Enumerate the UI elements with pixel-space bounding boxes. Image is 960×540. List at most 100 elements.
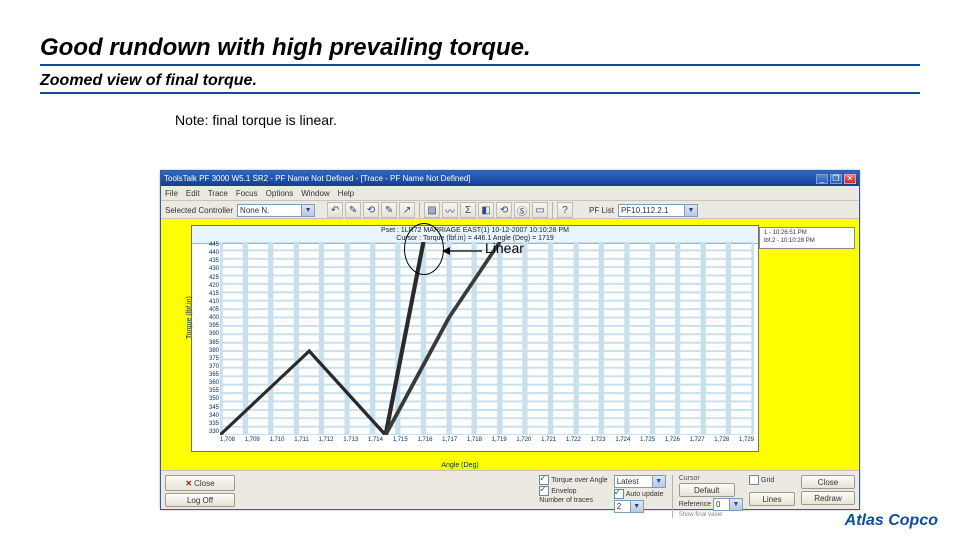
x-tick: 1,718 [467,437,482,449]
dropdown-arrow-icon: ▼ [652,476,665,487]
plot-body [220,242,754,435]
bottom-panel: ✕Close Log Off Torque over Angle Envelop… [161,471,859,509]
toolbar-icon-9[interactable]: ◧ [478,202,494,218]
toolbar-icon-11[interactable]: Ⓢ [514,202,530,218]
close-button-label: Close [194,479,214,488]
toolbar-icon-4[interactable]: ✎ [381,202,397,218]
plot-area[interactable]: Pset : 1LR72 MARRIAGE EAST(1) 10-12-2007… [191,225,759,452]
y-tick: 390 [193,331,219,337]
toolbar-divider [552,202,553,218]
reference-combo[interactable]: 0▼ [713,498,743,511]
default-button[interactable]: Default [679,483,735,497]
toolbar-icons: ↶ ✎ ⟲ ✎ ↗ ▨ 〰 Σ ◧ ⟲ Ⓢ ▭ ? [327,202,573,218]
window-title: ToolsTalk PF 3000 W5.1 SR2 - PF Name Not… [164,174,470,183]
lines-button[interactable]: Lines [749,492,795,506]
envelop-option[interactable]: Envelop [539,486,607,496]
brand-logo: Atlas Copco [845,512,938,530]
y-tick: 330 [193,429,219,435]
window-maximize-button[interactable]: ❐ [830,174,842,184]
toolbar-icon-5[interactable]: ↗ [399,202,415,218]
auto-update-option[interactable]: Auto update [614,489,666,499]
menubar: File Edit Trace Focus Options Window Hel… [161,186,859,201]
legend-item: lbf.2 - 10:10:28 PM [764,238,850,246]
menu-help[interactable]: Help [338,189,354,198]
toolbar-icon-10[interactable]: ⟲ [496,202,512,218]
dialog-close-button[interactable]: Close [801,475,855,489]
option-label: Auto update [626,491,664,498]
toolbar-icon-1[interactable]: ↶ [327,202,343,218]
latest-combo[interactable]: Latest ▼ [614,475,666,488]
x-tick: 1,711 [294,437,309,449]
x-tick: 1,717 [442,437,457,449]
y-tick: 375 [193,356,219,362]
menu-trace[interactable]: Trace [208,189,228,198]
logoff-button[interactable]: Log Off [165,493,235,507]
x-tick: 1,726 [665,437,680,449]
y-tick: 430 [193,266,219,272]
menu-edit[interactable]: Edit [186,189,200,198]
y-tick: 335 [193,421,219,427]
redraw-button[interactable]: Redraw [801,491,855,505]
y-tick: 360 [193,380,219,386]
y-tick: 440 [193,250,219,256]
dropdown-arrow-icon: ▼ [630,501,643,512]
dropdown-arrow-icon: ▼ [729,499,742,510]
window-titlebar: ToolsTalk PF 3000 W5.1 SR2 - PF Name Not… [161,171,859,186]
y-tick: 400 [193,315,219,321]
x-tick: 1,728 [714,437,729,449]
torque-over-angle-option[interactable]: Torque over Angle [539,475,607,485]
y-tick: 435 [193,258,219,264]
selected-controller-combo[interactable]: None N. ▼ [237,204,315,217]
x-tick: 1,729 [739,437,754,449]
x-axis-label: Angle (Deg) [161,462,759,469]
reference-field: Reference 0▼ [679,498,743,511]
panel-close-button[interactable]: ✕Close [165,475,235,491]
menu-options[interactable]: Options [266,189,294,198]
toolbar-icon-6[interactable]: ▨ [424,202,440,218]
y-tick: 445 [193,242,219,248]
option-label: Envelop [551,488,576,495]
toolbar-icon-12[interactable]: ▭ [532,202,548,218]
x-axis-ticks: 1,708 1,709 1,710 1,711 1,712 1,713 1,71… [220,437,754,449]
toolbar-icon-2[interactable]: ✎ [345,202,361,218]
y-tick: 385 [193,340,219,346]
num-traces-combo[interactable]: 2▼ [614,500,644,513]
combo-value: 0 [716,500,720,509]
slide-title: Good rundown with high prevailing torque… [40,34,920,66]
toolbar-icon-3[interactable]: ⟲ [363,202,379,218]
grid-option[interactable]: Grid [749,475,795,485]
menu-focus[interactable]: Focus [236,189,258,198]
dropdown-arrow-icon: ▼ [301,205,314,216]
window-close-button[interactable]: ✕ [844,174,856,184]
y-axis-ticks: 445 440 435 430 425 420 415 410 405 400 … [193,242,219,435]
reference-label: Reference [679,501,711,508]
x-tick: 1,725 [640,437,655,449]
selected-controller-value: None N. [240,206,269,215]
toolbar-icon-8[interactable]: Σ [460,202,476,218]
y-tick: 395 [193,323,219,329]
y-tick: 340 [193,413,219,419]
pf-list-label: PF List [589,206,614,215]
menu-file[interactable]: File [165,189,178,198]
x-tick: 1,708 [220,437,235,449]
y-tick: 355 [193,388,219,394]
help-icon[interactable]: ? [557,202,573,218]
x-tick: 1,716 [417,437,432,449]
slide-subtitle: Zoomed view of final torque. [40,72,920,94]
checkbox-icon [749,475,759,485]
option-label: Number of traces [539,497,593,504]
toolbar-icon-7[interactable]: 〰 [442,202,458,218]
app-window: ToolsTalk PF 3000 W5.1 SR2 - PF Name Not… [160,170,860,510]
x-tick: 1,713 [343,437,358,449]
checkbox-icon [614,489,624,499]
option-label: Grid [761,477,774,484]
combo-value: Latest [617,477,639,486]
gridlines [220,242,754,435]
checkbox-icon [539,486,549,496]
window-minimize-button[interactable]: _ [816,174,828,184]
x-tick: 1,722 [566,437,581,449]
pf-list-combo[interactable]: PF10.112.2.1 ▼ [618,204,698,217]
menu-window[interactable]: Window [301,189,329,198]
combo-value: 2 [617,502,621,511]
selected-controller-label: Selected Controller [165,206,233,215]
